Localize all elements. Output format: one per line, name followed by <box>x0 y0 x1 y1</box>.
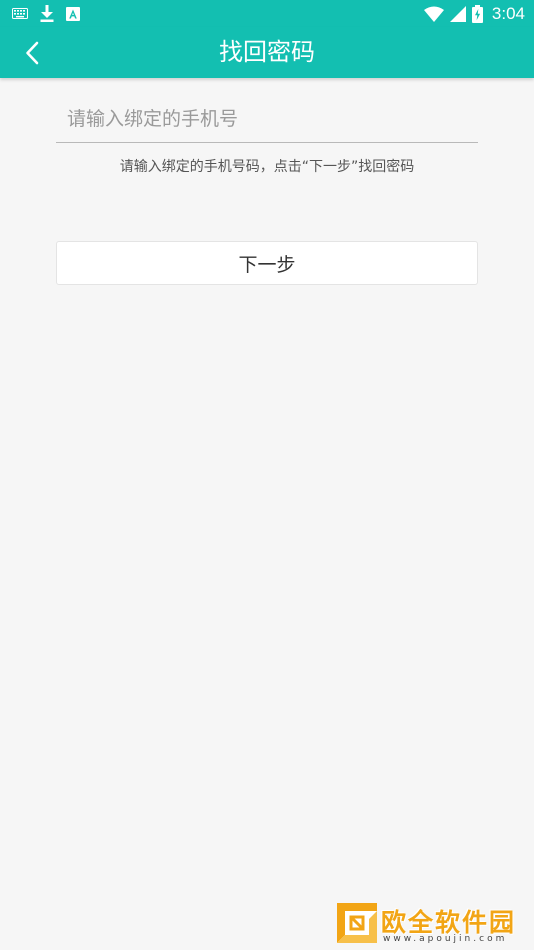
phone-field <box>56 96 478 143</box>
wifi-icon <box>423 6 444 22</box>
phone-input[interactable] <box>56 96 478 141</box>
status-bar: 3:04 <box>0 0 534 27</box>
watermark-logo-icon <box>337 903 377 943</box>
status-bar-notifications <box>12 5 80 22</box>
watermark: 欧全软件园 www.apoujin.com <box>335 901 527 947</box>
app-bar: 找回密码 <box>0 27 534 78</box>
signal-icon <box>449 5 466 22</box>
next-button[interactable]: 下一步 <box>56 241 478 285</box>
a-notification-icon <box>66 6 80 21</box>
status-bar-system: 3:04 <box>423 3 525 24</box>
download-icon <box>40 5 54 22</box>
keyboard-icon <box>12 8 28 19</box>
battery-icon <box>471 4 483 23</box>
status-time: 3:04 <box>491 3 525 23</box>
hint-text: 请输入绑定的手机号码，点击“下一步”找回密码 <box>119 159 415 175</box>
watermark-url: www.apoujin.com <box>383 934 508 944</box>
page-title: 找回密码 <box>219 38 315 66</box>
